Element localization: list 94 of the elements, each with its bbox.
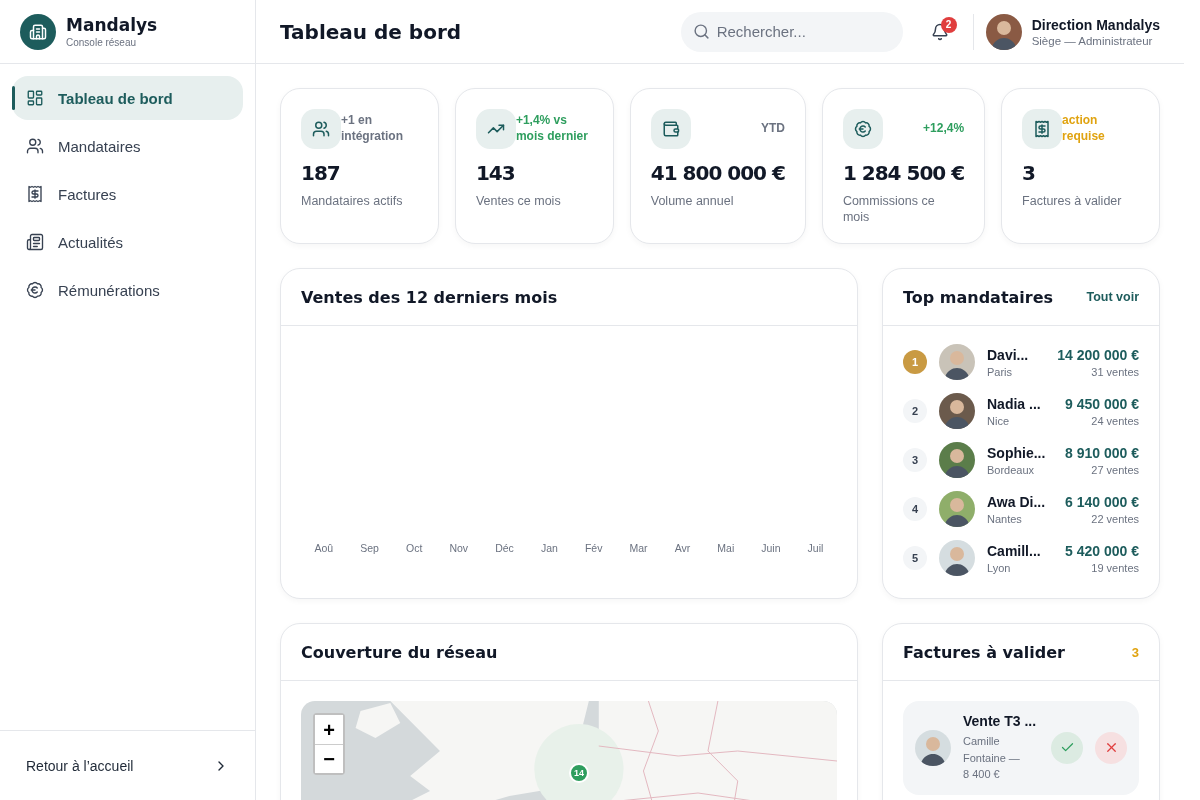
agent-city: Nice [987, 414, 1010, 427]
agent-city: Lyon [987, 561, 1012, 574]
month-label: Juil [807, 542, 824, 554]
month-label: Mai [717, 542, 735, 554]
avatar [939, 393, 975, 429]
agent-sales: 19 ventes [1091, 561, 1139, 574]
agent-amount: 8 910 000 € [1065, 444, 1139, 461]
rank-badge: 3 [903, 448, 927, 472]
invoice-detail: Camille Fontaine — 8 400 € [963, 734, 1021, 782]
sidebar-item[interactable]: Mandataires [12, 124, 243, 168]
search-field[interactable]: Rechercher... [680, 11, 903, 52]
agent-name: Sophie... [987, 444, 1047, 461]
agent-sales: 31 ventes [1091, 365, 1139, 378]
month-label: Déc [495, 542, 514, 554]
agent-amount: 6 140 000 € [1065, 493, 1139, 510]
stat-label: Ventes ce mois [475, 193, 562, 210]
stat-label: Mandataires actifs [301, 193, 404, 210]
month-label: Nov [449, 542, 469, 554]
stat-trend: +1 en intégration [341, 113, 404, 145]
avatar [915, 729, 951, 766]
agent-city: Nantes [987, 512, 1023, 525]
approve-button[interactable] [1051, 731, 1083, 764]
zoom-out-button[interactable]: − [315, 744, 343, 773]
sidebar-item[interactable]: Rémunérations [12, 268, 243, 312]
stat-trend: action requise [1062, 113, 1106, 145]
stat-trend: +1,4% vs mois dernier [515, 113, 589, 145]
wallet-icon [661, 120, 680, 138]
agent-name: Nadia ... [987, 395, 1042, 412]
month-label: Juin [761, 542, 781, 554]
agent-amount: 5 420 000 € [1065, 542, 1139, 559]
avatar [939, 540, 975, 576]
stat-value: 1 284 500 € [842, 161, 965, 185]
agent-city: Paris [987, 365, 1014, 378]
stat-label: Volume annuel [650, 193, 735, 210]
month-label: Jan [540, 542, 558, 554]
invoice-count: 3 [1131, 644, 1139, 660]
dashboard-icon [26, 89, 44, 107]
stat-trend: +12,4% [923, 121, 965, 137]
sidebar-item[interactable]: Factures [12, 172, 243, 216]
page-title: Tableau de bord [280, 19, 463, 44]
brand-subtitle: Console réseau [66, 37, 138, 48]
avatar [939, 491, 975, 527]
agent-name: Davi... [987, 346, 1030, 363]
card-title: Ventes des 12 derniers mois [301, 287, 558, 307]
card-title: Couverture du réseau [301, 642, 498, 662]
users-icon [312, 120, 330, 138]
agent-name: Awa Di... [987, 493, 1047, 510]
month-label: Sep [360, 542, 379, 554]
sidebar-item[interactable]: Tableau de bord [12, 76, 243, 120]
user-role: Siège — Administrateur [1031, 34, 1154, 47]
agent-city: Bordeaux [987, 463, 1036, 476]
stat-trend: YTD [760, 121, 785, 137]
user-name: Direction Mandalys [1031, 16, 1160, 33]
back-link[interactable]: Retour à l’accueil [0, 730, 255, 800]
month-label: Avr [674, 542, 691, 554]
month-label: Mar [629, 542, 648, 554]
avatar [939, 442, 975, 478]
avatar [985, 13, 1022, 50]
agent-amount: 9 450 000 € [1065, 395, 1139, 412]
agent-sales: 22 ventes [1091, 512, 1139, 525]
sidebar-item[interactable]: Actualités [12, 220, 243, 264]
stat-value: 143 [475, 161, 516, 185]
euro-icon [853, 120, 872, 138]
stat-value: 41 800 000 € [650, 161, 785, 185]
rank-badge: 1 [903, 350, 927, 374]
see-all-link[interactable]: Tout voir [1086, 290, 1139, 304]
card-title: Top mandataires [903, 287, 1054, 307]
receipt-icon [26, 185, 44, 203]
brand-name: Mandalys [66, 15, 158, 35]
card-title: Factures à valider [903, 642, 1065, 662]
stat-label: Commissions ce mois [842, 193, 936, 226]
agent-sales: 24 ventes [1091, 414, 1139, 427]
agent-sales: 27 ventes [1091, 463, 1139, 476]
news-icon [26, 233, 44, 251]
agent-amount: 14 200 000 € [1057, 346, 1139, 363]
avatar [939, 344, 975, 380]
stat-label: Factures à valider [1022, 193, 1123, 210]
receipt-icon [1033, 120, 1052, 138]
notification-count: 2 [940, 16, 957, 33]
rank-badge: 2 [903, 399, 927, 423]
agent-name: Camill... [987, 542, 1042, 559]
logo [20, 13, 56, 50]
stat-value: 3 [1022, 161, 1037, 185]
euro-icon [26, 281, 44, 299]
rank-badge: 5 [903, 546, 927, 570]
month-label: Fév [584, 542, 603, 554]
search-icon [692, 22, 710, 40]
invoice-title: Vente T3 ... [963, 713, 1038, 729]
month-label: Aoû [314, 542, 334, 554]
rank-badge: 4 [903, 497, 927, 521]
reject-button[interactable] [1095, 731, 1127, 764]
stat-value: 187 [301, 161, 341, 185]
month-label: Oct [406, 542, 423, 554]
users-icon [26, 137, 44, 155]
